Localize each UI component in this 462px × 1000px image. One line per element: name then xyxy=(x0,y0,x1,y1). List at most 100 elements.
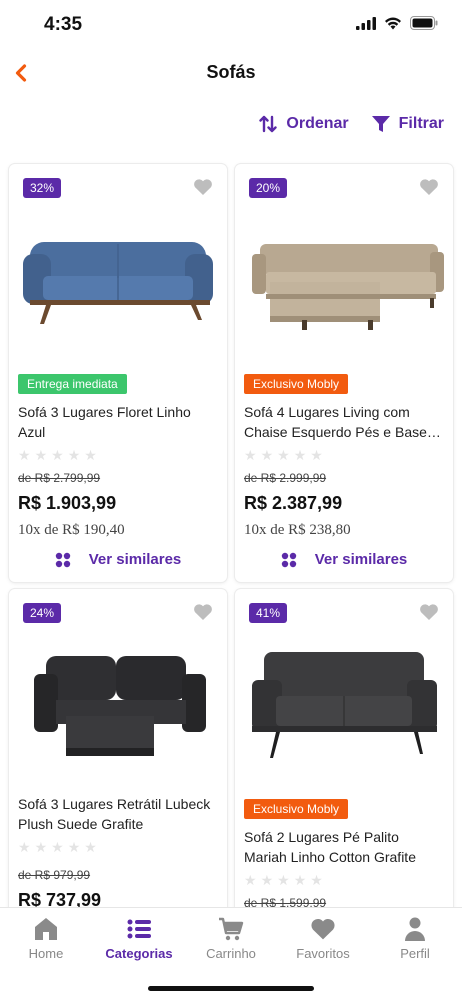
tab-label: Carrinho xyxy=(206,946,256,961)
discount-badge: 32% xyxy=(23,178,62,198)
star-icon: ★ xyxy=(51,447,64,463)
star-icon: ★ xyxy=(67,839,81,855)
product-info: Entrega imediata Sofá 3 Lugares Floret L… xyxy=(18,374,218,568)
tag-badge: Exclusivo Mobly xyxy=(244,374,349,394)
old-price: de R$ 2.799,99 xyxy=(18,471,101,485)
see-similar-button[interactable]: Ver similares xyxy=(18,551,218,568)
star-icon: ★ xyxy=(51,839,64,855)
product-info: Sofá 3 Lugares Retrátil Lubeck Plush Sue… xyxy=(18,794,218,911)
tab-label: Home xyxy=(28,946,64,961)
product-image[interactable] xyxy=(9,629,227,779)
rating-stars: ★ ★ ★ ★ ★ xyxy=(244,873,444,887)
old-price: de R$ 2.999,99 xyxy=(244,471,327,485)
star-icon: ★ xyxy=(67,447,81,463)
tab-label: Categorias xyxy=(105,946,173,961)
product-name[interactable]: Sofá 3 Lugares Floret Linho Azul xyxy=(18,402,218,442)
product-card[interactable]: 24% Sofá 3 Lugares Retrátil Lubeck Plush… xyxy=(9,589,227,919)
heart-icon[interactable] xyxy=(193,603,213,621)
sofa-image xyxy=(33,656,206,756)
discount-badge: 20% xyxy=(249,178,288,198)
star-icon: ★ xyxy=(18,447,31,463)
status-icons xyxy=(356,16,438,30)
product-card[interactable]: 32% Entrega imediata Sofá 3 Lugares Flor… xyxy=(9,164,227,582)
tag-badge: Exclusivo Mobly xyxy=(244,799,349,819)
battery-icon xyxy=(410,16,438,30)
product-image[interactable] xyxy=(9,204,227,354)
star-icon: ★ xyxy=(18,839,31,855)
tab-cart[interactable]: Carrinho xyxy=(185,914,277,961)
star-icon: ★ xyxy=(310,447,323,463)
product-name[interactable]: Sofá 2 Lugares Pé Palito Mariah Linho Co… xyxy=(244,827,444,867)
tab-label: Favoritos xyxy=(296,946,350,961)
heart-icon[interactable] xyxy=(419,178,439,196)
grid-dots-icon xyxy=(281,552,296,567)
grid-dots-icon xyxy=(55,552,70,567)
home-icon xyxy=(35,918,57,940)
filter-button[interactable]: Filtrar xyxy=(371,114,444,134)
discount-badge: 41% xyxy=(249,603,288,623)
star-icon: ★ xyxy=(84,447,97,463)
sofa-image xyxy=(251,651,437,758)
discount-badge: 24% xyxy=(23,603,62,623)
star-icon: ★ xyxy=(34,447,48,463)
installments: 10x de R$ 238,80 xyxy=(244,522,351,538)
wifi-icon xyxy=(385,17,401,29)
star-icon: ★ xyxy=(34,839,48,855)
star-icon: ★ xyxy=(277,872,290,888)
product-card[interactable]: 41% Exclusivo Mobly Sofá 2 Lugares Pé Pa… xyxy=(235,589,453,919)
tag-badge: Entrega imediata xyxy=(18,374,127,394)
home-indicator xyxy=(148,986,314,991)
filter-label: Filtrar xyxy=(398,115,444,132)
star-icon: ★ xyxy=(244,447,257,463)
tab-profile[interactable]: Perfil xyxy=(369,914,461,961)
product-name[interactable]: Sofá 3 Lugares Retrátil Lubeck Plush Sue… xyxy=(18,794,218,834)
product-image[interactable] xyxy=(235,204,453,354)
sort-filter-toolbar: Ordenar Filtrar xyxy=(258,114,444,134)
star-icon: ★ xyxy=(260,872,274,888)
sofa-image xyxy=(251,244,444,330)
tab-bar: Home Categorias Carrinho Favoritos Perfi… xyxy=(0,907,462,1000)
tab-label: Perfil xyxy=(400,946,430,961)
status-bar: 4:35 xyxy=(0,0,462,50)
product-card[interactable]: 20% Exclusivo Mobly Sofá 4 Lugares Livin… xyxy=(235,164,453,582)
star-icon: ★ xyxy=(84,839,97,855)
sort-button[interactable]: Ordenar xyxy=(258,114,349,134)
product-name[interactable]: Sofá 4 Lugares Living com Chaise Esquerd… xyxy=(244,402,444,442)
star-icon: ★ xyxy=(293,872,307,888)
price: R$ 2.387,99 xyxy=(244,493,343,513)
rating-stars: ★ ★ ★ ★ ★ xyxy=(18,448,218,462)
cart-icon xyxy=(219,917,244,941)
sort-icon xyxy=(259,115,278,133)
heart-icon[interactable] xyxy=(419,603,439,621)
list-icon xyxy=(127,919,151,939)
filter-icon xyxy=(371,116,390,132)
star-icon: ★ xyxy=(260,447,274,463)
tab-home[interactable]: Home xyxy=(0,914,92,961)
user-icon xyxy=(405,917,425,941)
product-image[interactable] xyxy=(235,629,453,779)
installments: 10x de R$ 190,40 xyxy=(18,522,125,538)
star-icon: ★ xyxy=(310,872,323,888)
product-info: Exclusivo Mobly Sofá 4 Lugares Living co… xyxy=(244,374,444,568)
see-similar-label: Ver similares xyxy=(88,551,182,568)
status-time: 4:35 xyxy=(44,14,83,35)
heart-icon[interactable] xyxy=(193,178,213,196)
star-icon: ★ xyxy=(277,447,290,463)
star-icon: ★ xyxy=(293,447,307,463)
price: R$ 1.903,99 xyxy=(18,493,117,513)
see-similar-button[interactable]: Ver similares xyxy=(244,551,444,568)
old-price: de R$ 979,99 xyxy=(18,868,91,882)
see-similar-label: Ver similares xyxy=(314,551,408,568)
signal-icon xyxy=(356,16,376,30)
tab-favorites[interactable]: Favoritos xyxy=(277,914,369,961)
product-info: Exclusivo Mobly Sofá 2 Lugares Pé Palito… xyxy=(244,799,444,910)
heart-icon xyxy=(311,919,335,940)
sort-label: Ordenar xyxy=(286,115,349,132)
header: Sofás xyxy=(0,50,462,96)
rating-stars: ★ ★ ★ ★ ★ xyxy=(18,840,218,854)
tab-categories[interactable]: Categorias xyxy=(93,914,185,961)
star-icon: ★ xyxy=(244,872,257,888)
page-title: Sofás xyxy=(206,62,256,82)
rating-stars: ★ ★ ★ ★ ★ xyxy=(244,448,444,462)
sofa-image xyxy=(22,242,213,324)
